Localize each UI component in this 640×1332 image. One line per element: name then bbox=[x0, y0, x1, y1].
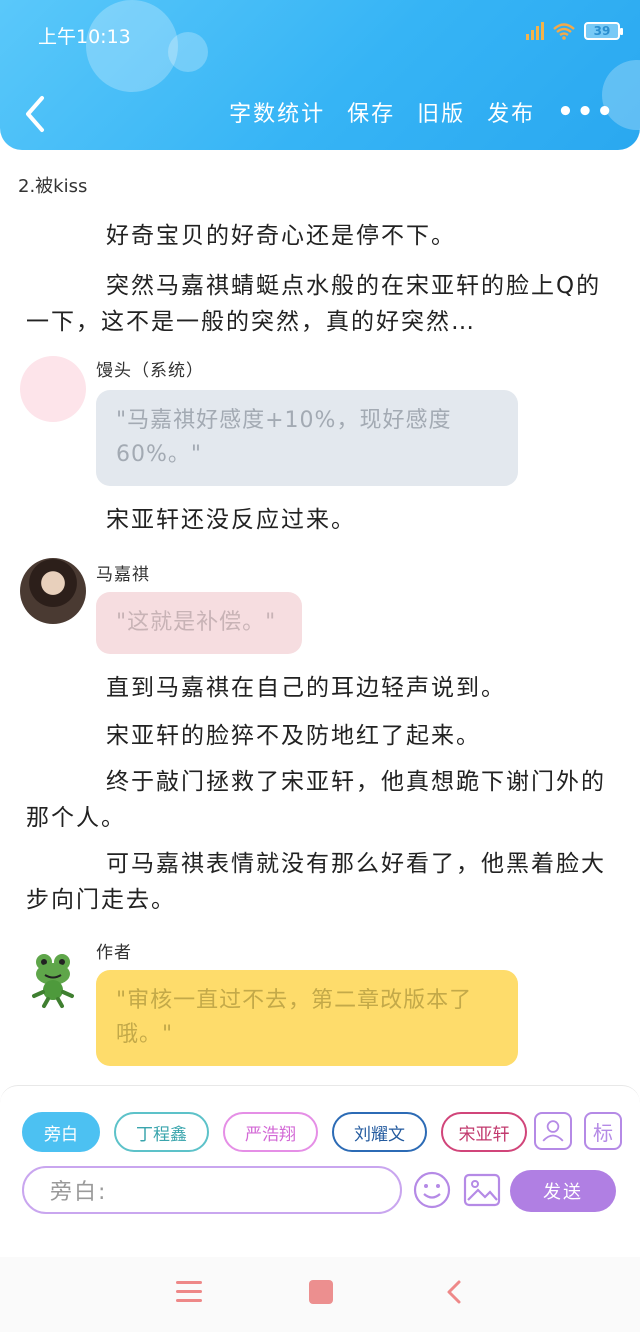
nav-back-icon[interactable] bbox=[444, 1279, 464, 1305]
speaker-name: 马嘉祺 bbox=[96, 565, 150, 585]
more-icon[interactable]: ••• bbox=[557, 97, 616, 127]
menu-icon[interactable] bbox=[176, 1281, 202, 1303]
majiaqi-avatar[interactable] bbox=[20, 558, 86, 624]
status-icons: 39 bbox=[526, 22, 623, 40]
chip-narration[interactable]: 旁白 bbox=[22, 1112, 100, 1152]
emoji-icon[interactable] bbox=[412, 1170, 452, 1210]
paragraph: 突然马嘉祺蜻蜓点水般的在宋亚轩的脸上Q的一下，这不是一般的突然，真的好突然… bbox=[26, 273, 602, 335]
paragraph: 宋亚轩还没反应过来。 bbox=[106, 507, 356, 533]
message-input[interactable]: 旁白: bbox=[22, 1166, 402, 1214]
system-avatar[interactable] bbox=[20, 356, 86, 422]
paragraph: 直到马嘉祺在自己的耳边轻声说到。 bbox=[106, 675, 506, 701]
system-navbar bbox=[0, 1257, 640, 1332]
image-icon[interactable] bbox=[462, 1170, 502, 1210]
paragraph: 宋亚轩的脸猝不及防地红了起来。 bbox=[106, 723, 481, 749]
decor-bubble bbox=[168, 32, 208, 72]
tag-button[interactable]: 标 bbox=[584, 1112, 622, 1150]
chip-character[interactable]: 严浩翔 bbox=[223, 1112, 318, 1152]
paragraph: 好奇宝贝的好奇心还是停不下。 bbox=[106, 223, 456, 249]
save-button[interactable]: 保存 bbox=[347, 96, 395, 128]
author-bubble: "审核一直过不去，第二章改版本了哦。" bbox=[96, 970, 518, 1066]
system-bubble: "马嘉祺好感度+10%，现好感度60%。" bbox=[96, 390, 518, 486]
frog-avatar-icon[interactable] bbox=[20, 946, 86, 1012]
paragraph: 可马嘉祺表情就没有那么好看了，他黑着脸大步向门走去。 bbox=[26, 851, 606, 913]
add-character-icon[interactable] bbox=[534, 1112, 572, 1150]
chip-character[interactable]: 宋亚轩 bbox=[441, 1112, 527, 1152]
status-time: 上午10:13 bbox=[38, 26, 131, 48]
send-button[interactable]: 发送 bbox=[510, 1170, 616, 1212]
publish-button[interactable]: 发布 bbox=[487, 96, 535, 128]
top-header: 上午10:13 39 字数统计 保存 旧版 发布 ••• bbox=[0, 0, 640, 150]
old-version-button[interactable]: 旧版 bbox=[417, 96, 465, 128]
majiaqi-bubble: "这就是补偿。" bbox=[96, 592, 302, 654]
chip-character[interactable]: 丁程鑫 bbox=[114, 1112, 209, 1152]
input-panel: 旁白 丁程鑫 严浩翔 刘耀文 宋亚轩 标 旁白: 发送 bbox=[0, 1085, 640, 1257]
battery-icon: 39 bbox=[584, 22, 623, 40]
header-actions: 字数统计 保存 旧版 发布 ••• bbox=[229, 96, 616, 128]
speaker-name: 馒头（系统） bbox=[96, 361, 204, 381]
signal-icon bbox=[526, 22, 544, 40]
word-count-button[interactable]: 字数统计 bbox=[229, 96, 325, 128]
character-chips: 旁白 丁程鑫 严浩翔 刘耀文 宋亚轩 bbox=[22, 1112, 527, 1152]
paragraph: 终于敲门拯救了宋亚轩，他真想跪下谢门外的那个人。 bbox=[26, 769, 606, 831]
chip-character[interactable]: 刘耀文 bbox=[332, 1112, 427, 1152]
wifi-icon bbox=[553, 23, 575, 40]
home-icon[interactable] bbox=[309, 1280, 333, 1304]
speaker-name: 作者 bbox=[96, 943, 132, 963]
back-button[interactable] bbox=[20, 94, 50, 134]
chapter-title: 2.被kiss bbox=[18, 176, 88, 197]
